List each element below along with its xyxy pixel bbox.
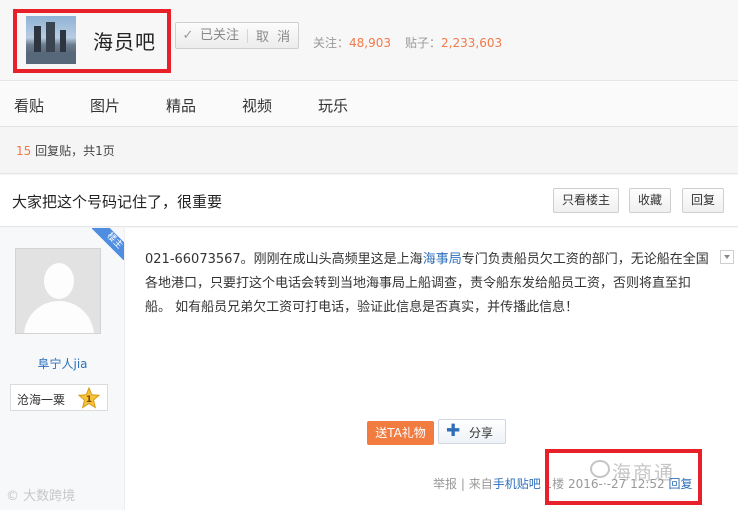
nav-tab-fun[interactable]: 玩乐 [318, 95, 348, 116]
favorite-button[interactable]: 收藏 [629, 188, 671, 213]
nav-tab-featured[interactable]: 精品 [166, 95, 196, 116]
page-count: 1 [95, 144, 103, 158]
share-button[interactable]: ✚ 分享 [438, 419, 506, 444]
thread-title: 大家把这个号码记住了，很重要 [12, 193, 223, 211]
avatar[interactable] [15, 248, 101, 334]
author-name[interactable]: 阜宁人jia [0, 355, 125, 372]
post-menu-dropdown-icon[interactable] [720, 250, 734, 264]
posts-label: 贴子： [405, 36, 442, 50]
report-link[interactable]: 举报 [433, 477, 457, 491]
source-prefix: | 来自 [460, 477, 493, 491]
share-label: 分享 [469, 426, 494, 440]
watermark-left: © 大数跨境 [6, 489, 76, 504]
highlight-box-forum-name [13, 9, 171, 73]
post-content-text-1: 021-66073567。刚刚在成山头高频里这是上海 [145, 252, 423, 267]
level-badge-name: 沧海一粟 [17, 393, 66, 407]
followers-count: 48,903 [349, 36, 392, 50]
forum-nav: 看贴 图片 精品 视频 玩乐 [0, 80, 738, 127]
followers-label: 关注： [313, 36, 350, 50]
followed-label: 已关注 [200, 28, 249, 43]
only-op-button[interactable]: 只看楼主 [553, 188, 619, 213]
op-ribbon: 楼主 [92, 228, 124, 260]
nav-tab-video[interactable]: 视频 [242, 95, 272, 116]
author-panel: 阜宁人jia 沧海一粟 1 楼主 [0, 228, 125, 510]
nav-tab-posts[interactable]: 看贴 [14, 95, 44, 116]
post-content-link[interactable]: 海事局 [423, 252, 462, 267]
plus-icon: ✚ [446, 421, 461, 441]
highlight-box-post-date [545, 449, 702, 505]
reply-count-text: 回复贴，共 [31, 144, 96, 158]
forum-stats: 关注：48,903 贴子：2,233,603 [313, 34, 502, 51]
nav-tab-images[interactable]: 图片 [90, 95, 120, 116]
unfollow-button[interactable]: 取 消 [248, 26, 292, 45]
page-suffix: 页 [102, 144, 115, 158]
source-link[interactable]: 手机贴吧 [493, 477, 541, 491]
reply-count: 15 [16, 144, 32, 158]
level-star-icon: 1 [78, 387, 100, 409]
post-content: 021-66073567。刚刚在成山头高频里这是上海海事局专门负责船员欠工资的部… [145, 248, 710, 320]
op-badge: 楼主 [92, 228, 124, 260]
send-gift-button[interactable]: 送TA礼物 [367, 421, 434, 445]
posts-count: 2,233,603 [441, 36, 503, 50]
checkmark-icon: ✓ [182, 28, 194, 43]
thread-title-bar: 大家把这个号码记住了，很重要 只看楼主 收藏 回复 [0, 175, 738, 227]
follow-toggle-button[interactable]: ✓ 已关注 取 消 [175, 22, 299, 49]
level-badge[interactable]: 沧海一粟 1 [10, 384, 108, 411]
level-number: 1 [86, 395, 92, 405]
reply-summary: 15 回复贴，共1页 [0, 127, 738, 174]
reply-button[interactable]: 回复 [682, 188, 724, 213]
